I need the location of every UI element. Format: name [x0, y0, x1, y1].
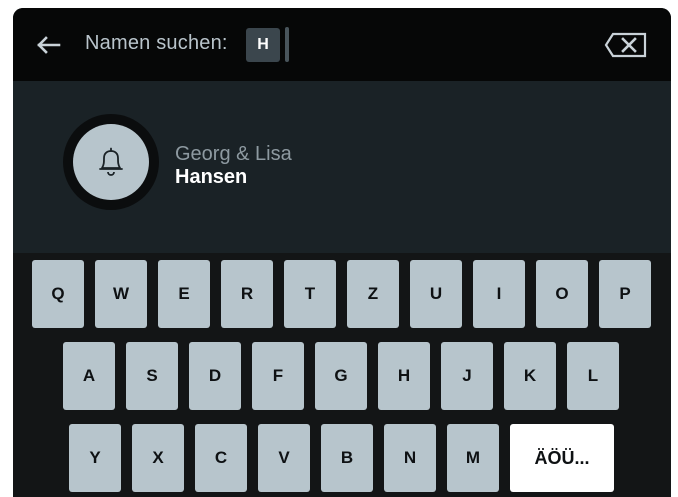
search-label: Namen suchen: — [85, 32, 228, 54]
key-i[interactable]: I — [473, 260, 525, 328]
key-s[interactable]: S — [126, 342, 178, 410]
backspace-icon — [604, 32, 647, 58]
key-c[interactable]: C — [195, 424, 247, 492]
key-g[interactable]: G — [315, 342, 367, 410]
bell-icon-circle — [73, 124, 149, 200]
key-w[interactable]: W — [95, 260, 147, 328]
key-j[interactable]: J — [441, 342, 493, 410]
key-x[interactable]: X — [132, 424, 184, 492]
key-u[interactable]: U — [410, 260, 462, 328]
key-p[interactable]: P — [599, 260, 651, 328]
search-results: Georg & Lisa Hansen — [13, 81, 671, 253]
key-y[interactable]: Y — [69, 424, 121, 492]
key-k[interactable]: K — [504, 342, 556, 410]
delete-button[interactable] — [604, 32, 648, 58]
key-m[interactable]: M — [447, 424, 499, 492]
bell-button[interactable] — [63, 114, 159, 210]
search-header: Namen suchen: H — [13, 8, 671, 81]
key-q[interactable]: Q — [32, 260, 84, 328]
on-screen-keyboard: Q W E R T Z U I O P A S D F G H J K L Y … — [13, 253, 671, 497]
key-z[interactable]: Z — [347, 260, 399, 328]
text-cursor — [285, 27, 289, 62]
result-item[interactable]: Georg & Lisa Hansen — [63, 114, 413, 214]
search-query[interactable]: H — [246, 28, 280, 62]
resident-last-name: Hansen — [175, 166, 248, 188]
key-t[interactable]: T — [284, 260, 336, 328]
key-o[interactable]: O — [536, 260, 588, 328]
key-l[interactable]: L — [567, 342, 619, 410]
key-e[interactable]: E — [158, 260, 210, 328]
arrow-left-icon — [37, 36, 61, 54]
key-h[interactable]: H — [378, 342, 430, 410]
key-r[interactable]: R — [221, 260, 273, 328]
key-f[interactable]: F — [252, 342, 304, 410]
key-d[interactable]: D — [189, 342, 241, 410]
key-v[interactable]: V — [258, 424, 310, 492]
key-umlauts[interactable]: ÄÖÜ... — [510, 424, 614, 492]
key-n[interactable]: N — [384, 424, 436, 492]
resident-first-names: Georg & Lisa — [175, 143, 292, 165]
bell-icon — [99, 147, 123, 176]
key-a[interactable]: A — [63, 342, 115, 410]
key-b[interactable]: B — [321, 424, 373, 492]
back-button[interactable] — [35, 31, 63, 59]
intercom-screen: Namen suchen: H Georg & Lisa Hansen Q W … — [13, 8, 671, 497]
